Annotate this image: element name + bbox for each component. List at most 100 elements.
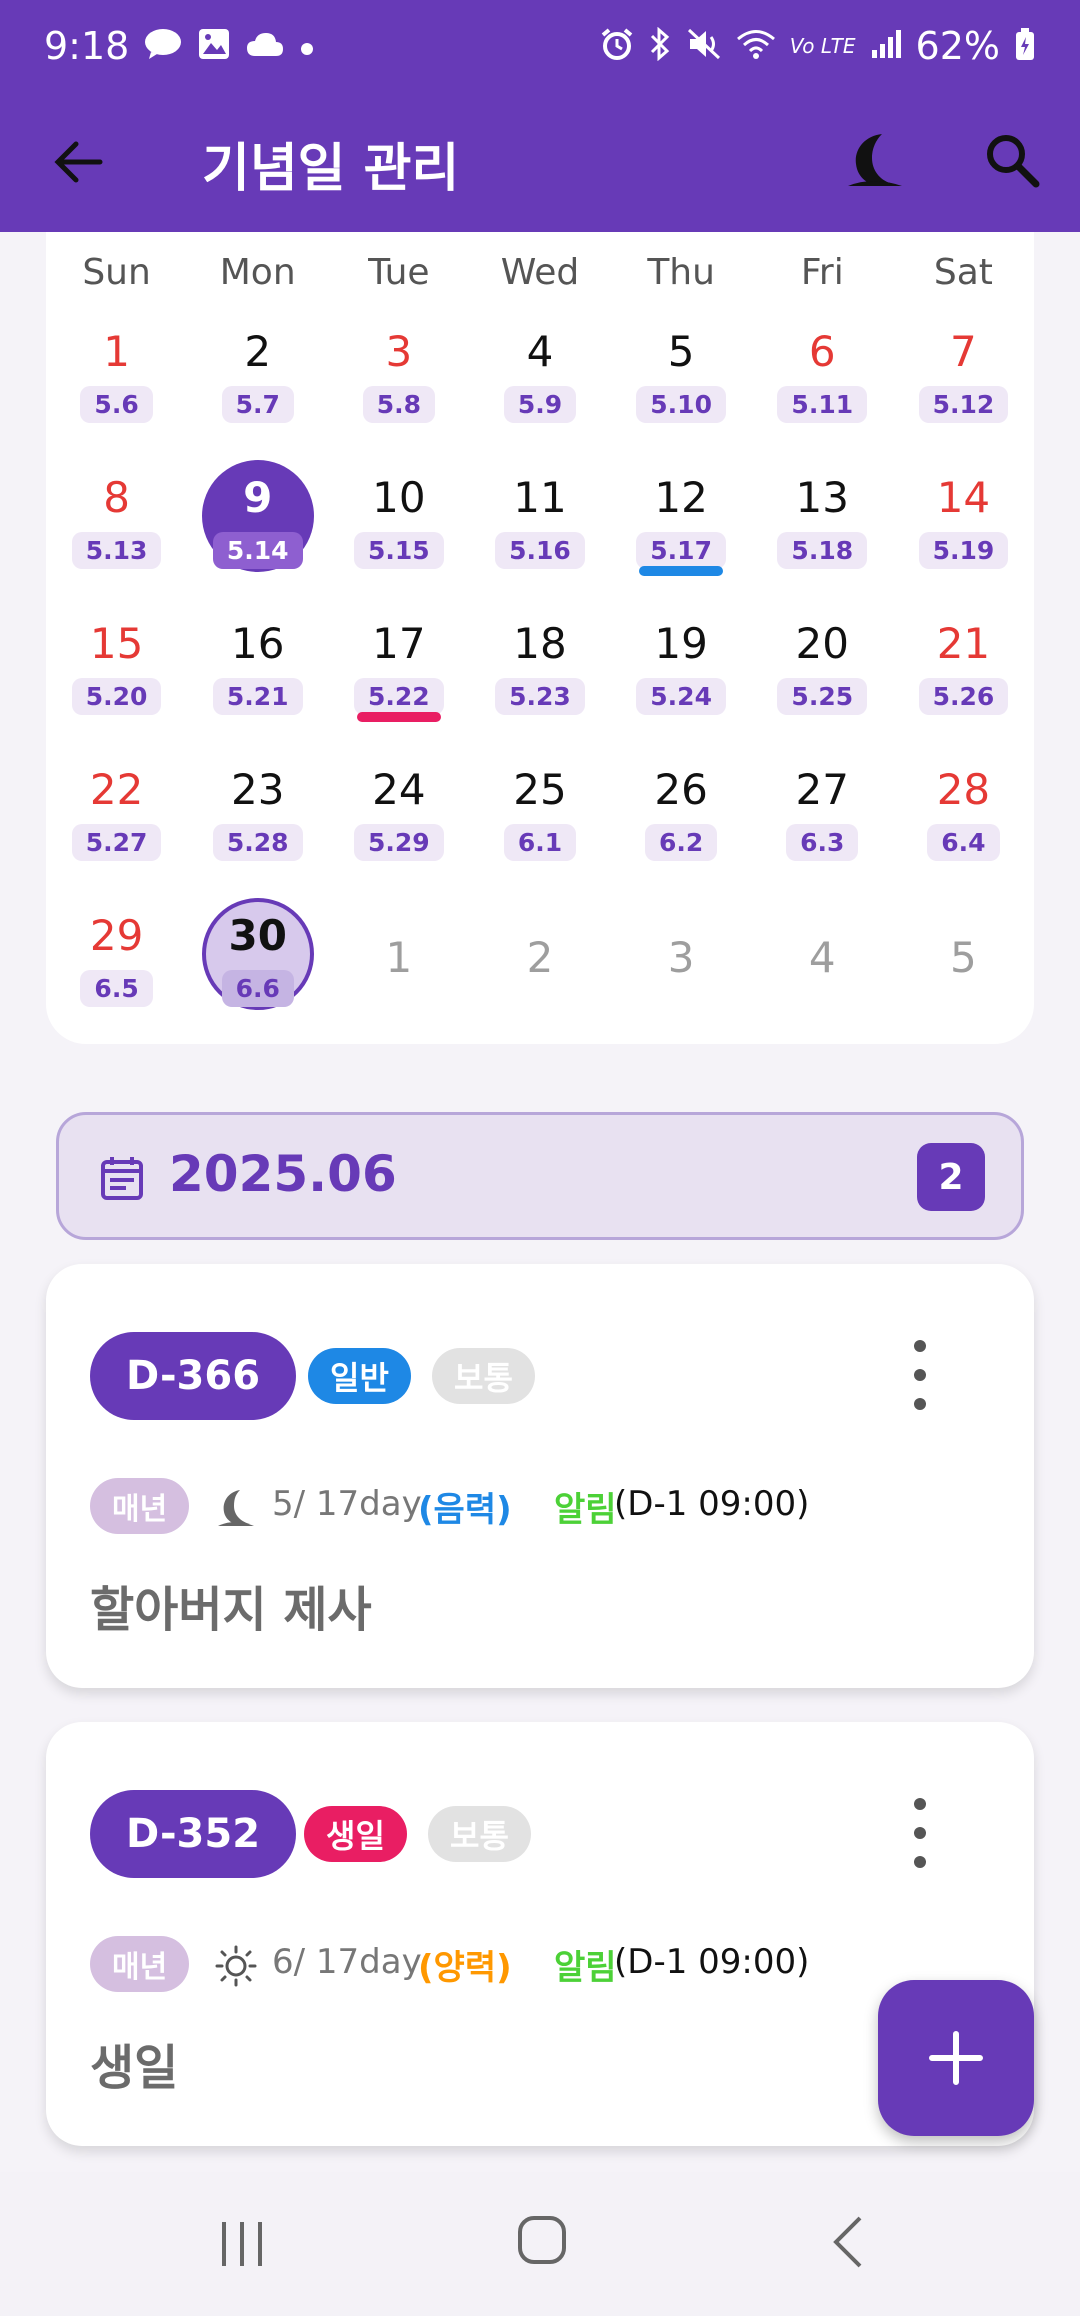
calendar-day-cell[interactable]: 4 — [752, 896, 893, 1042]
event-indicator-bar — [356, 712, 441, 722]
calendar-day-cell[interactable]: 17 5.22 — [328, 604, 469, 750]
weekday-label: Mon — [219, 252, 296, 293]
day-number: 3 — [667, 933, 695, 982]
lunar-date-badge: 5.28 — [212, 824, 303, 861]
calendar-day-cell[interactable]: 2 — [469, 896, 610, 1042]
arrow-left-icon[interactable] — [50, 134, 106, 190]
back-icon[interactable] — [820, 2212, 876, 2272]
calendar-day-cell[interactable]: 26 6.2 — [611, 750, 752, 896]
recent-apps-icon[interactable] — [214, 2216, 270, 2272]
day-number: 18 — [513, 619, 567, 668]
calendar-day-cell[interactable]: 16 5.21 — [187, 604, 328, 750]
calendar-day-cell[interactable]: 12 5.17 — [611, 458, 752, 604]
weekday-label: Wed — [500, 252, 580, 293]
day-number: 17 — [372, 619, 426, 668]
day-number: 2 — [244, 327, 272, 376]
calendar-day-cell[interactable]: 1 5.6 — [46, 312, 187, 458]
calendar-day-cell[interactable]: 11 5.16 — [469, 458, 610, 604]
calendar-day-cell[interactable]: 14 5.19 — [893, 458, 1034, 604]
mute-icon — [686, 27, 722, 66]
priority-chip: 보통 — [428, 1806, 531, 1862]
category-chip: 생일 — [304, 1806, 407, 1862]
calendar-day-cell[interactable]: 24 5.29 — [328, 750, 469, 896]
calendar-day-cell[interactable]: 15 5.20 — [46, 604, 187, 750]
calendar-day-cell[interactable]: 3 5.8 — [328, 312, 469, 458]
event-card[interactable]: D-366 일반 보통 매년 5/ 17day (음력) 알림 (D-1 09:… — [46, 1264, 1034, 1688]
calendar-day-cell[interactable]: 28 6.4 — [893, 750, 1034, 896]
status-time: 9:18 — [44, 24, 130, 68]
calendar-day-cell[interactable]: 9 5.14 — [187, 458, 328, 604]
day-number: 12 — [654, 473, 708, 522]
app-bar: 기념일 관리 — [0, 92, 1080, 232]
calendar-day-cell[interactable]: 8 5.13 — [46, 458, 187, 604]
day-number: 14 — [936, 473, 991, 522]
weekday-label: Tue — [368, 252, 430, 293]
alarm-icon — [600, 27, 634, 66]
calendar-day-cell[interactable]: 13 5.18 — [752, 458, 893, 604]
event-count-badge: 2 — [917, 1143, 985, 1211]
calendar-day-cell[interactable]: 23 5.28 — [187, 750, 328, 896]
lunar-date-badge: 5.26 — [918, 678, 1009, 715]
event-indicator-bar — [639, 566, 724, 576]
search-icon[interactable] — [982, 130, 1042, 190]
calendar-day-cell[interactable]: 3 — [611, 896, 752, 1042]
calendar-day-cell[interactable]: 6 5.11 — [752, 312, 893, 458]
lunar-date-badge: 6.2 — [644, 824, 718, 861]
calendar-day-cell[interactable]: 4 5.9 — [469, 312, 610, 458]
lunar-date-badge: 5.12 — [918, 386, 1009, 423]
home-icon[interactable] — [514, 2212, 570, 2268]
lunar-date-badge: 5.10 — [636, 386, 726, 423]
calendar-day-cell[interactable]: 19 5.24 — [611, 604, 752, 750]
calendar-day-cell[interactable]: 18 5.23 — [469, 604, 610, 750]
weekday-label: Fri — [800, 252, 844, 293]
lunar-date-badge: 5.27 — [71, 824, 162, 861]
calendar-day-cell[interactable]: 22 5.27 — [46, 750, 187, 896]
category-chip: 일반 — [308, 1348, 411, 1404]
day-number: 5 — [950, 933, 977, 982]
lunar-date-badge: 5.16 — [495, 532, 585, 569]
event-title: 할아버지 제사 — [90, 1582, 372, 1638]
day-number: 1 — [385, 933, 413, 982]
lunar-date-badge: 5.29 — [354, 824, 444, 861]
more-vert-icon[interactable] — [908, 1340, 932, 1410]
calendar-event-icon — [101, 1157, 143, 1200]
dday-badge: D-352 — [90, 1790, 297, 1878]
alarm-label: 알림 — [554, 1490, 617, 1530]
calendar-day-cell[interactable]: 30 6.6 — [187, 896, 328, 1042]
calendar-day-cell[interactable]: 25 6.1 — [469, 750, 610, 896]
image-icon — [197, 27, 231, 66]
day-number: 10 — [372, 473, 426, 522]
moon-icon[interactable] — [842, 128, 908, 194]
dday-badge: D-366 — [90, 1332, 297, 1420]
day-number: 1 — [103, 327, 130, 376]
day-number: 3 — [385, 327, 413, 376]
weekday-label: Thu — [647, 252, 715, 293]
calendar-day-cell[interactable]: 10 5.15 — [328, 458, 469, 604]
system-nav-bar — [0, 2172, 1080, 2316]
repeat-chip: 매년 — [90, 1478, 190, 1534]
priority-chip: 보통 — [432, 1348, 535, 1404]
calendar-day-cell[interactable]: 2 5.7 — [187, 312, 328, 458]
battery-icon — [1014, 27, 1036, 66]
day-number: 16 — [230, 619, 285, 668]
plus-icon — [929, 2031, 983, 2085]
more-vert-icon[interactable] — [908, 1798, 932, 1868]
calendar-day-cell[interactable]: 1 — [328, 896, 469, 1042]
lunar-date-badge: 5.20 — [71, 678, 162, 715]
calendar-day-cell[interactable]: 5 — [893, 896, 1034, 1042]
lunar-date-badge: 5.9 — [503, 386, 577, 423]
day-number: 7 — [950, 327, 977, 376]
calendar-day-cell[interactable]: 21 5.26 — [893, 604, 1034, 750]
day-number: 6 — [808, 327, 836, 376]
lunar-date-badge: 5.14 — [212, 532, 303, 569]
lunar-date-badge: 5.11 — [777, 386, 868, 423]
month-section-header[interactable]: 2025.06 2 — [56, 1112, 1024, 1240]
calendar-day-cell[interactable]: 20 5.25 — [752, 604, 893, 750]
calendar-day-cell[interactable]: 29 6.5 — [46, 896, 187, 1042]
calendar-day-cell[interactable]: 5 5.10 — [611, 312, 752, 458]
calendar-day-cell[interactable]: 27 6.3 — [752, 750, 893, 896]
day-number: 30 — [228, 911, 287, 960]
add-event-button[interactable] — [878, 1980, 1034, 2136]
calendar-day-cell[interactable]: 7 5.12 — [893, 312, 1034, 458]
calendar-type-label: (양력) — [418, 1948, 512, 1988]
